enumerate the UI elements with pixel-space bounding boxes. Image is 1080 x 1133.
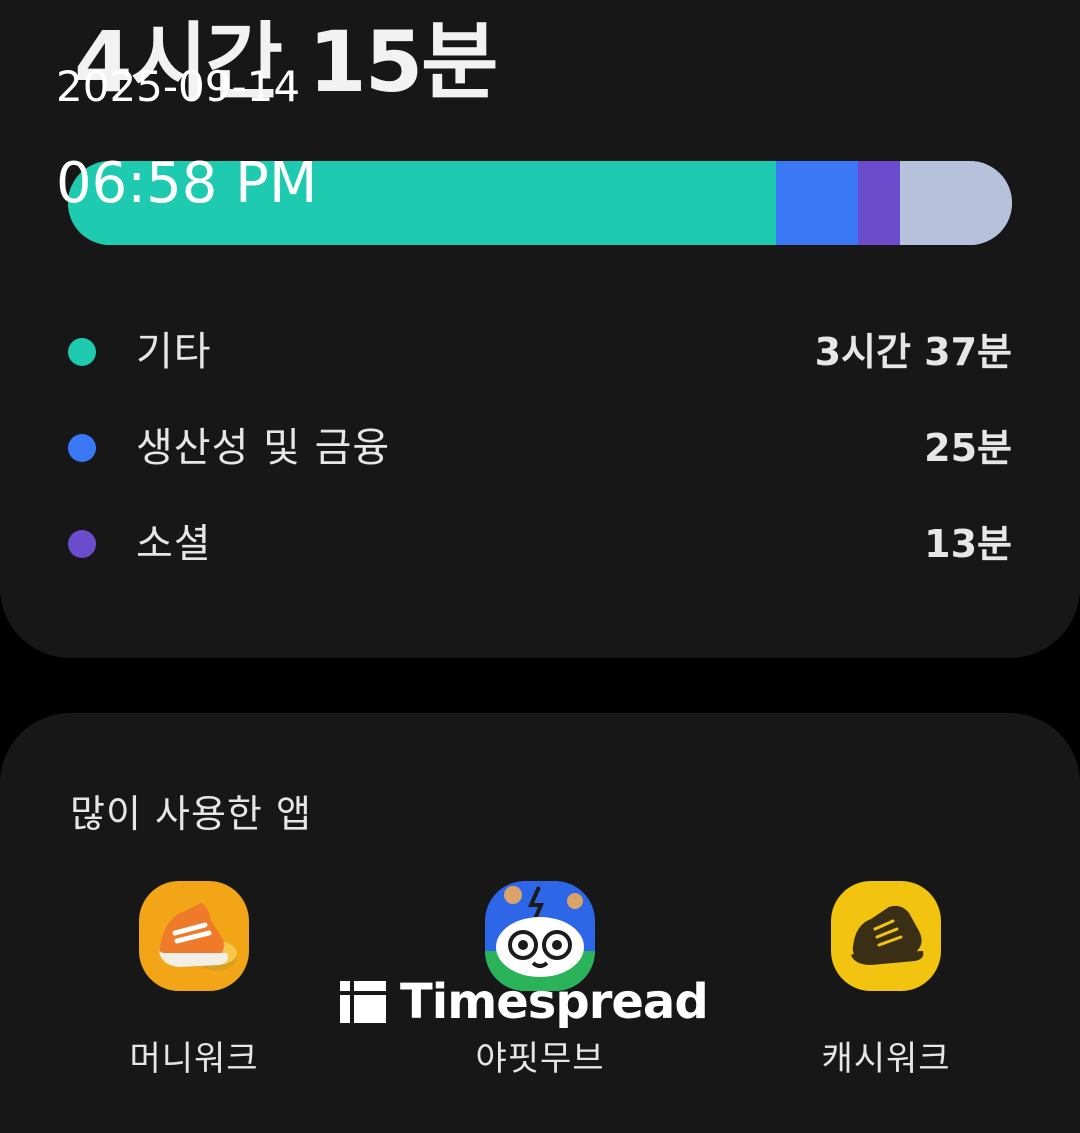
timespread-logo-icon (340, 981, 386, 1023)
legend-dot (68, 530, 96, 558)
legend-label: 기타 (136, 329, 212, 375)
app-name: 캐시워크 (821, 1039, 951, 1079)
legend-item-other[interactable]: 기타 3시간 37분 (68, 322, 1012, 382)
sneaker-coin-icon (139, 881, 249, 991)
cashwalk-shoe-icon (831, 881, 941, 991)
legend-value: 25분 (924, 426, 1012, 470)
legend-label: 소셜 (136, 521, 212, 567)
legend-value: 13분 (924, 522, 1012, 566)
app-moneywalk[interactable]: 머니워크 (84, 881, 304, 1080)
overlay-time: 06:58 PM (56, 151, 318, 216)
legend-value: 3시간 37분 (814, 330, 1012, 374)
overlay-date: 2025-09-14 (56, 62, 301, 111)
legend-label: 생산성 및 금융 (136, 425, 391, 471)
timespread-watermark: Timespread (340, 972, 709, 1032)
legend-item-social[interactable]: 소셜 13분 (68, 514, 1012, 574)
usage-bar-segment-remaining (900, 161, 1012, 245)
usage-bar-segment-social (858, 161, 900, 245)
app-name: 야핏무브 (475, 1039, 605, 1079)
legend-dot (68, 434, 96, 462)
section-title: 많이 사용한 앱 (70, 792, 312, 836)
app-name: 머니워크 (129, 1039, 259, 1079)
legend-item-productivity[interactable]: 생산성 및 금융 25분 (68, 418, 1012, 478)
app-cashwalk[interactable]: 캐시워크 (776, 881, 996, 1080)
usage-bar-segment-productivity (776, 161, 858, 245)
most-used-apps-card: 많이 사용한 앱 머니워크 야핏무브 캐시워크 (0, 713, 1080, 1133)
watermark-text: Timespread (400, 974, 709, 1030)
legend-dot (68, 338, 96, 366)
